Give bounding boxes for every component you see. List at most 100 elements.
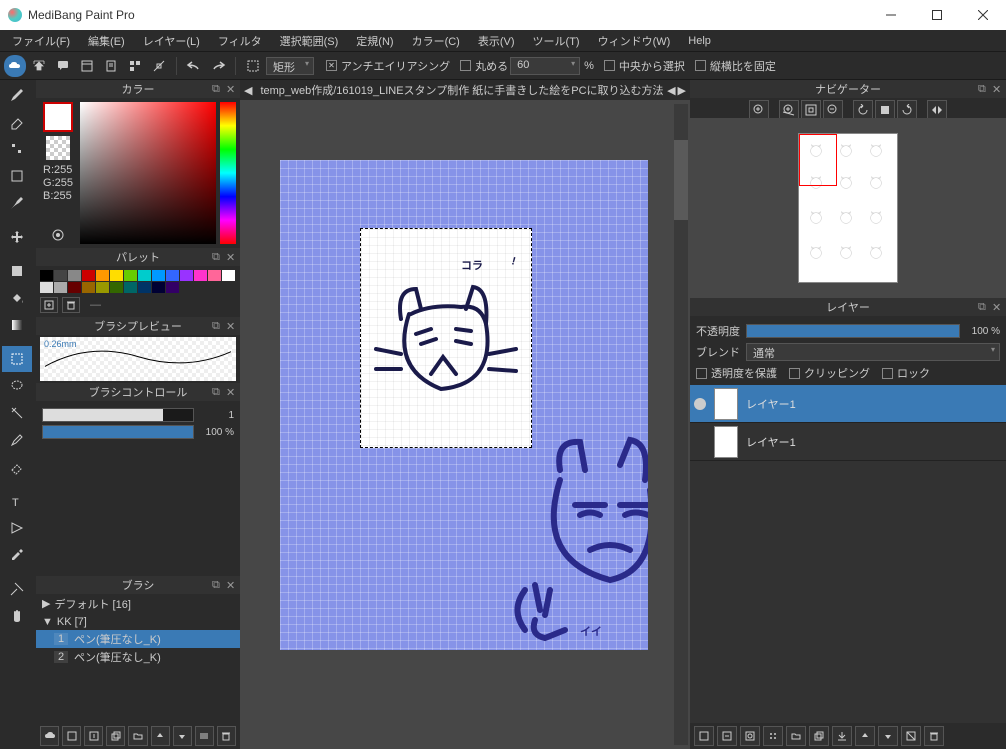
palette-color[interactable] [180, 270, 193, 281]
protect-alpha-checkbox[interactable]: 透明度を保護 [696, 365, 777, 381]
layer-clear-button[interactable] [901, 726, 921, 746]
palette-color[interactable] [208, 270, 221, 281]
navigator-view[interactable] [690, 118, 1006, 298]
nav-zoomin2-button[interactable] [779, 100, 799, 120]
popout-icon[interactable]: ⧉ [212, 579, 224, 591]
layer-folder-button[interactable] [786, 726, 806, 746]
palette-color[interactable] [40, 270, 53, 281]
nav-zoomout-button[interactable] [823, 100, 843, 120]
palette-color[interactable] [166, 270, 179, 281]
close-icon[interactable]: ✕ [226, 251, 238, 263]
color-wheel-icon[interactable] [43, 226, 73, 244]
foreground-swatch[interactable] [43, 102, 73, 132]
lasso-tool[interactable] [2, 373, 32, 399]
brushcontrol-panel-header[interactable]: ブラシコントロール⧉✕ [36, 383, 240, 401]
layer-halftone-button[interactable] [763, 726, 783, 746]
brush-group[interactable]: ▼KK [7] [36, 614, 240, 630]
palette-color[interactable] [54, 282, 67, 293]
pen-tool[interactable] [2, 190, 32, 216]
palette-color[interactable] [54, 270, 67, 281]
palette-color[interactable] [82, 282, 95, 293]
brush-opacity-slider[interactable]: 100 % [42, 425, 234, 439]
popout-icon[interactable]: ⧉ [978, 301, 990, 313]
gradient-tool[interactable] [2, 312, 32, 338]
palette-color[interactable] [166, 282, 179, 293]
bucket-tool[interactable] [2, 285, 32, 311]
layer-opacity-slider[interactable]: 不透明度 100 % [696, 323, 1000, 339]
redo-button[interactable] [207, 55, 229, 77]
canvas[interactable]: コラ ! イイ [280, 160, 648, 650]
selectpen-tool[interactable] [2, 427, 32, 453]
select-none-icon[interactable] [242, 55, 264, 77]
tab-close-icon[interactable]: ◀ [244, 84, 252, 97]
palette-color[interactable] [110, 270, 123, 281]
palette-color[interactable] [68, 270, 81, 281]
cloud-button[interactable] [4, 55, 26, 77]
layer-merge-button[interactable] [832, 726, 852, 746]
palette-color[interactable] [194, 270, 207, 281]
brush-tool[interactable] [2, 82, 32, 108]
snap-button[interactable] [148, 55, 170, 77]
clipping-checkbox[interactable]: クリッピング [789, 365, 870, 381]
selecterase-tool[interactable] [2, 454, 32, 480]
menu-select[interactable]: 選択範囲(S) [272, 31, 347, 51]
eyedropper-tool[interactable] [2, 542, 32, 568]
close-icon[interactable]: ✕ [226, 386, 238, 398]
navigator-panel-header[interactable]: ナビゲーター⧉✕ [690, 80, 1006, 98]
brush-down-button[interactable] [173, 726, 192, 746]
share-button[interactable] [28, 55, 50, 77]
material-button[interactable] [124, 55, 146, 77]
shape-draw-tool[interactable] [2, 163, 32, 189]
palette-panel-header[interactable]: パレット⧉✕ [36, 248, 240, 266]
page-button[interactable] [100, 55, 122, 77]
eraser-tool[interactable] [2, 109, 32, 135]
palette-color[interactable] [138, 270, 151, 281]
operation-tool[interactable] [2, 515, 32, 541]
popout-icon[interactable]: ⧉ [978, 83, 990, 95]
palette-color[interactable] [222, 270, 235, 281]
antialias-checkbox[interactable]: ✕アンチエイリアシング [326, 58, 450, 74]
tab-prev-icon[interactable]: ◀ [667, 84, 675, 97]
layer-new-button[interactable] [694, 726, 714, 746]
brush-folder-button[interactable] [128, 726, 147, 746]
nav-rotate-r-button[interactable] [897, 100, 917, 120]
menu-help[interactable]: Help [680, 33, 719, 49]
dot-tool[interactable] [2, 136, 32, 162]
comment-button[interactable] [52, 55, 74, 77]
document-tab[interactable]: ◀temp_web作成/161019_LINEスタンプ制作 紙に手書きした絵をP… [240, 80, 690, 100]
shape-select[interactable]: 矩形 [266, 57, 314, 75]
nav-rotate-l-button[interactable] [853, 100, 873, 120]
brush-up-button[interactable] [151, 726, 170, 746]
brush-panel-header[interactable]: ブラシ⧉✕ [36, 576, 240, 594]
minimize-button[interactable] [868, 0, 914, 30]
popout-icon[interactable]: ⧉ [212, 83, 224, 95]
close-button[interactable] [960, 0, 1006, 30]
brush-item[interactable]: 2ペン(筆圧なし_K) [36, 648, 240, 666]
layer-down-button[interactable] [878, 726, 898, 746]
aspect-checkbox[interactable]: 縦横比を固定 [695, 58, 776, 74]
close-icon[interactable]: ✕ [226, 579, 238, 591]
maximize-button[interactable] [914, 0, 960, 30]
menu-layer[interactable]: レイヤー(L) [135, 31, 208, 51]
wand-tool[interactable] [2, 400, 32, 426]
brush-delete-button[interactable] [217, 726, 236, 746]
undo-button[interactable] [183, 55, 205, 77]
nav-flip-button[interactable] [927, 100, 947, 120]
menu-edit[interactable]: 編集(E) [80, 31, 133, 51]
round-value-select[interactable]: 60 [510, 57, 580, 75]
hand-tool[interactable] [2, 603, 32, 629]
palette-color[interactable] [152, 282, 165, 293]
text-tool[interactable]: T [2, 488, 32, 514]
brush-cloud-button[interactable] [40, 726, 59, 746]
palette-color[interactable] [40, 282, 53, 293]
menu-color[interactable]: カラー(C) [404, 31, 468, 51]
layer-row[interactable]: レイヤー1 [690, 423, 1006, 461]
menu-ruler[interactable]: 定規(N) [348, 31, 401, 51]
menu-filter[interactable]: フィルタ [210, 31, 270, 51]
palette-color[interactable] [96, 270, 109, 281]
layer-mask-button[interactable] [740, 726, 760, 746]
popout-icon[interactable]: ⧉ [212, 251, 224, 263]
palette-color[interactable] [110, 282, 123, 293]
palette-delete-button[interactable] [62, 297, 80, 313]
layer-visibility-icon[interactable] [694, 398, 706, 410]
